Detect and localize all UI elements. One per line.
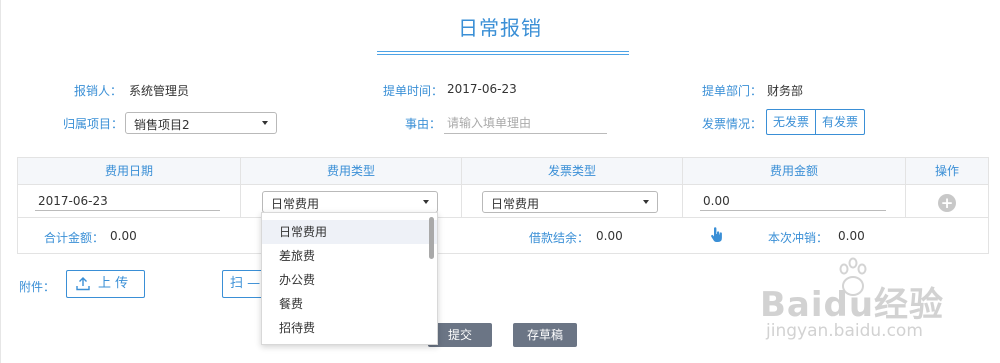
chevron-down-icon	[423, 200, 429, 204]
header-invoice-type: 发票类型	[462, 158, 683, 185]
amount-value: 0.00	[703, 194, 730, 208]
expense-date-input[interactable]: 2017-06-23	[35, 194, 220, 211]
invoice-status-toggle[interactable]: 无发票 有发票	[766, 109, 866, 135]
header-actions: 操作	[934, 164, 959, 178]
offset-label: 本次冲销：	[768, 231, 829, 245]
dropdown-scrollbar[interactable]	[429, 217, 434, 259]
loan-balance-value: 0.00	[596, 229, 623, 243]
page-title: 日常报销	[458, 16, 542, 40]
total-amount-value: 0.00	[110, 229, 137, 243]
reason-label: 事由：	[405, 117, 442, 131]
invoice-type-value: 日常费用	[491, 197, 540, 211]
invoice-type-select[interactable]: 日常费用	[482, 191, 658, 213]
left-edge-line	[0, 0, 1, 363]
upload-icon	[76, 277, 90, 291]
attachments-label: 附件：	[19, 280, 56, 294]
header-expense-date: 费用日期	[18, 158, 241, 185]
scan-label: 扫 —	[230, 276, 261, 291]
submit-time-label: 提单时间：	[383, 84, 444, 98]
save-draft-label: 存草稿	[526, 328, 563, 342]
col-divider	[461, 185, 462, 217]
hand-pointer-icon[interactable]	[710, 227, 724, 243]
invoice-status-label: 发票情况：	[702, 117, 763, 131]
submit-time-value: 2017-06-23	[447, 82, 517, 96]
total-amount-label: 合计金额：	[44, 231, 105, 245]
col-divider	[682, 185, 683, 217]
department-label: 提单部门：	[702, 84, 763, 98]
expense-type-dropdown[interactable]: 日常费用 差旅费 办公费 餐费 招待费	[261, 212, 438, 345]
department-value: 财务部	[767, 84, 804, 98]
table-summary-divider	[18, 217, 988, 218]
dropdown-option[interactable]: 办公费	[262, 268, 437, 292]
header-expense-type: 费用类型	[241, 158, 462, 185]
col-divider	[905, 185, 906, 217]
expense-type-value: 日常费用	[271, 197, 320, 211]
reason-placeholder: 请输入填单理由	[447, 116, 532, 130]
chevron-down-icon	[262, 121, 268, 125]
no-invoice-option[interactable]: 无发票	[767, 110, 815, 134]
baidu-watermark: Baidu经验 jingyan.baidu.com	[760, 253, 996, 353]
has-invoice-option[interactable]: 有发票	[815, 110, 864, 134]
expense-date-value: 2017-06-23	[38, 194, 108, 208]
dropdown-option[interactable]: 日常费用	[262, 220, 437, 244]
chevron-down-icon	[643, 200, 649, 204]
upload-button[interactable]: 上 传	[66, 270, 145, 298]
save-draft-button[interactable]: 存草稿	[513, 323, 577, 347]
dropdown-option[interactable]: 差旅费	[262, 244, 437, 268]
watermark-url: jingyan.baidu.com	[766, 321, 923, 341]
project-select[interactable]: 销售项目2	[125, 112, 277, 134]
project-label: 归属项目：	[63, 117, 124, 131]
expense-type-select[interactable]: 日常费用	[262, 191, 438, 213]
project-select-value: 销售项目2	[134, 118, 190, 132]
table-header: 费用日期 费用类型 发票类型 费用金额 操作	[18, 158, 988, 185]
upload-label: 上 传	[98, 276, 129, 291]
col-divider	[240, 185, 241, 217]
dropdown-option[interactable]: 餐费	[262, 292, 437, 316]
watermark-brand: Baidu经验	[760, 285, 945, 325]
submit-label: 提交	[447, 328, 472, 342]
add-row-icon[interactable]: +	[938, 194, 956, 212]
reason-input[interactable]: 请输入填单理由	[444, 114, 607, 134]
header-amount: 费用金额	[683, 158, 906, 185]
applicant-label: 报销人：	[74, 84, 123, 98]
dropdown-option[interactable]: 招待费	[262, 316, 437, 340]
expense-table: 费用日期 费用类型 发票类型 费用金额 操作 2017-06-23 日常费用 日…	[17, 157, 989, 254]
loan-balance-label: 借款结余：	[529, 231, 590, 245]
offset-value: 0.00	[838, 229, 865, 243]
amount-input[interactable]: 0.00	[700, 194, 886, 211]
applicant-value: 系统管理员	[129, 84, 190, 98]
title-underline	[377, 51, 629, 55]
